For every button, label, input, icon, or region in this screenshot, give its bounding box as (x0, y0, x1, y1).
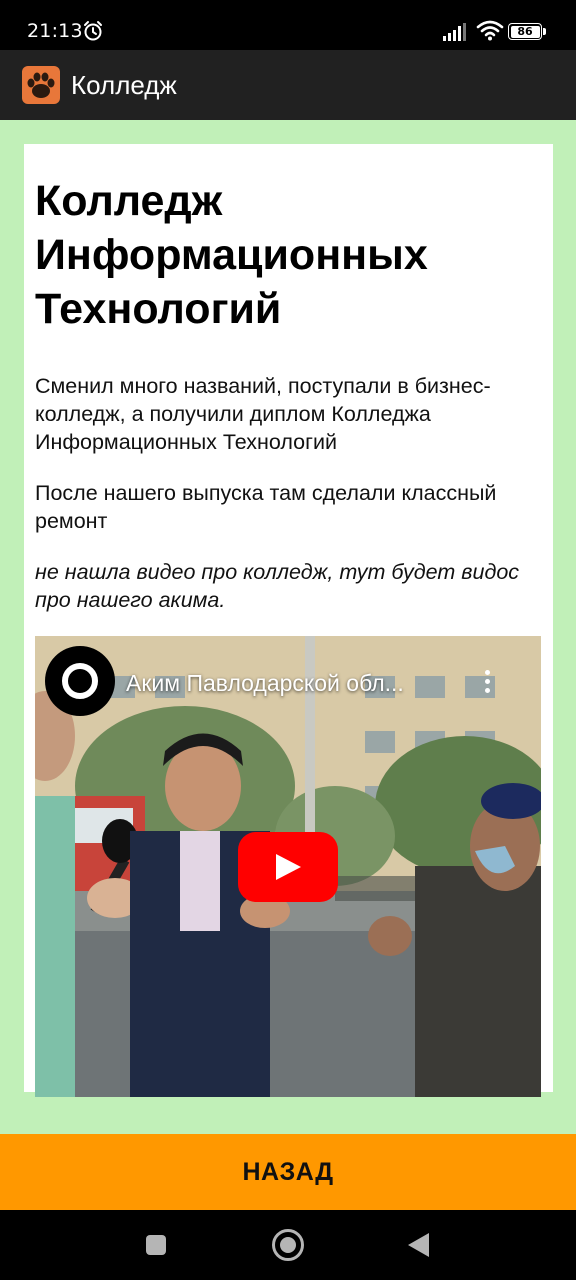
wifi-icon (476, 20, 504, 41)
article-headline: Колледж Информационных Технологий (35, 177, 428, 333)
signal-icon (443, 23, 466, 41)
article-paragraph-2: После нашего выпуска там сделали классны… (35, 481, 497, 533)
article-paragraph-1: Сменил много названий, поступали в бизне… (35, 374, 491, 454)
article-paragraph-3: не нашла видео про колледж, тут будет ви… (35, 560, 520, 612)
channel-avatar-icon[interactable] (45, 646, 115, 716)
status-bar: 21:13 86 (0, 0, 576, 50)
recents-icon[interactable] (146, 1235, 166, 1255)
article-card: Колледж Информационных Технологий Сменил… (24, 144, 553, 1097)
back-nav-icon[interactable] (408, 1233, 429, 1257)
video-title[interactable]: Аким Павлодарской обл... (126, 670, 404, 697)
system-nav-bar (0, 1210, 576, 1280)
paw-icon (22, 66, 60, 104)
battery-level: 86 (510, 25, 540, 38)
status-time: 21:13 (27, 20, 83, 42)
home-icon[interactable] (272, 1229, 304, 1261)
alarm-icon (84, 21, 102, 41)
back-button-label: НАЗАД (242, 1158, 334, 1186)
back-button[interactable]: НАЗАД (0, 1134, 576, 1210)
app-bar: Колледж (0, 50, 576, 120)
app-title: Колледж (71, 70, 177, 100)
more-vert-icon[interactable] (481, 670, 493, 700)
battery-icon: 86 (508, 23, 546, 40)
content-area[interactable]: Колледж Информационных Технологий Сменил… (0, 120, 576, 1134)
youtube-play-icon[interactable] (238, 832, 338, 902)
video-player[interactable]: Аким Павлодарской обл... (35, 636, 541, 1097)
